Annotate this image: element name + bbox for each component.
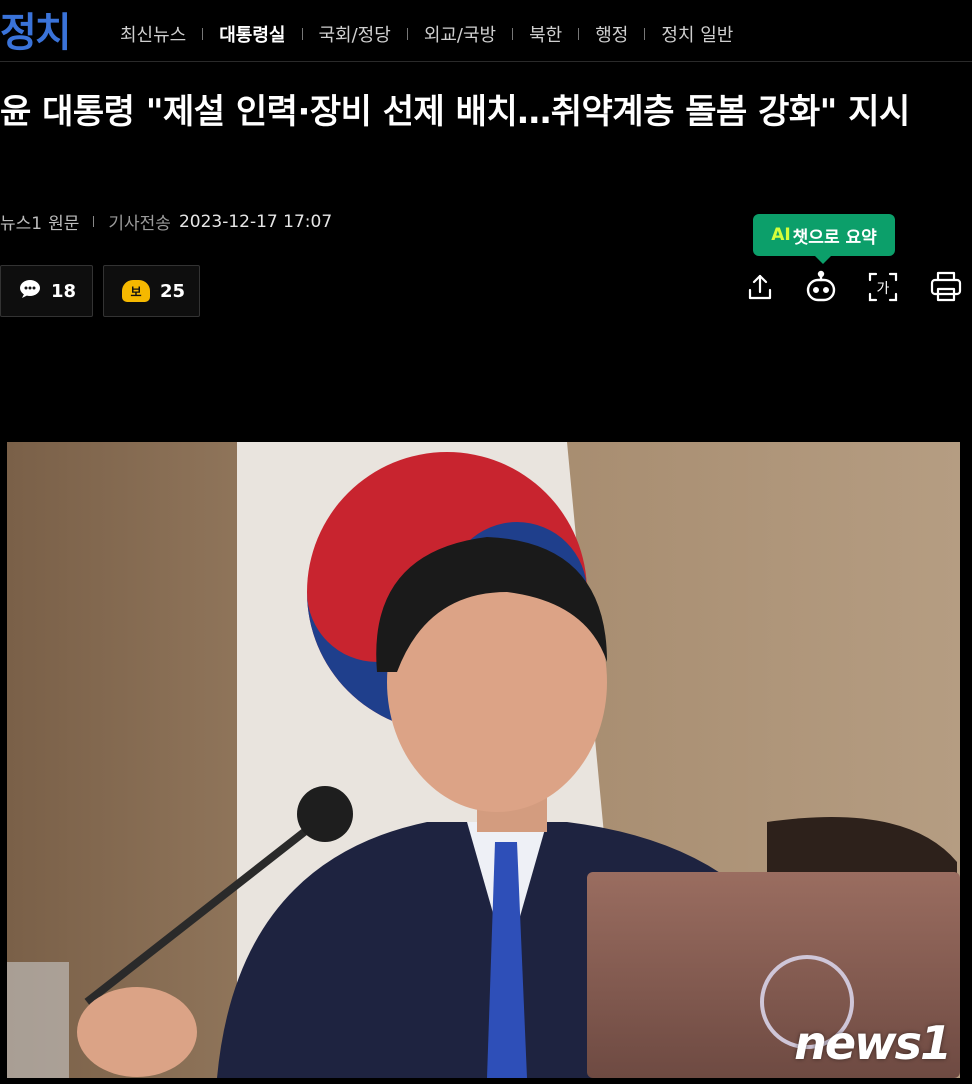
recommend-count: 25 [160,280,186,302]
nav-item-latest[interactable]: 최신뉴스 [120,21,186,47]
ai-bot-icon[interactable] [802,268,840,306]
section-nav: 정치 최신뉴스 대통령실 국회/정당 외교/국방 북한 행정 정치 일반 [0,0,972,62]
print-icon[interactable] [927,268,965,306]
font-size-icon[interactable]: 가 [864,268,902,306]
nav-item-president-office[interactable]: 대통령실 [219,21,285,47]
article-meta: 뉴스1 원문 기사전송 2023-12-17 17:07 [0,209,333,235]
article-photo[interactable]: news1 [7,442,960,1078]
ai-summary-tooltip[interactable]: AI 챗으로 요약 [753,214,895,264]
section-logo[interactable]: 정치 [0,8,72,58]
comment-icon [19,279,41,303]
recommend-badge-icon: 보 [122,280,150,302]
original-article-link[interactable]: 원문 [48,209,79,234]
section-menu: 최신뉴스 대통령실 국회/정당 외교/국방 북한 행정 정치 일반 [120,21,733,47]
nav-divider [202,28,204,40]
article-source[interactable]: 뉴스1 [0,209,42,234]
nav-divider [512,28,514,40]
article-headline: 윤 대통령 "제설 인력·장비 선제 배치…취약계층 돌봄 강화" 지시 [0,92,910,132]
ai-tooltip-text: 챗으로 요약 [792,227,877,248]
nav-item-administration[interactable]: 행정 [595,21,628,47]
news1-watermark: news1 [794,1016,952,1070]
nav-item-politics-general[interactable]: 정치 일반 [661,21,733,47]
nav-item-diplomacy-defense[interactable]: 외교/국방 [424,21,496,47]
nav-item-north-korea[interactable]: 북한 [529,21,562,47]
recommend-button[interactable]: 보 25 [103,265,200,317]
meta-divider [93,216,95,227]
nav-divider [406,28,408,40]
share-icon[interactable] [741,268,779,306]
sent-label: 기사전송 [108,214,171,234]
nav-divider [644,28,646,40]
nav-divider [301,28,303,40]
nav-item-national-assembly[interactable]: 국회/정당 [319,21,391,47]
sent-date: 2023-12-17 17:07 [178,211,333,232]
comment-button[interactable]: 18 [0,265,93,317]
font-size-glyph: 가 [877,281,890,297]
nav-divider [578,28,580,40]
ai-tooltip-prefix: AI [771,225,791,245]
comment-count: 18 [51,280,77,302]
